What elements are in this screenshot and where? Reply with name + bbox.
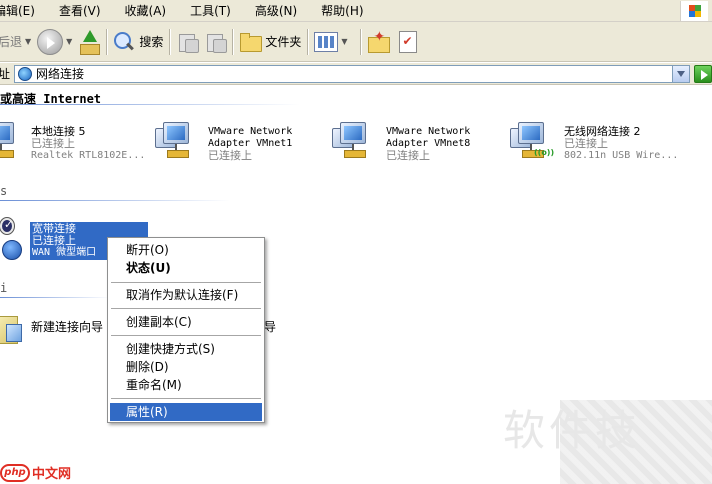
checklist-icon (398, 30, 417, 53)
connection-status: 已连接上 (564, 137, 608, 150)
folder-up-icon (78, 29, 101, 55)
folders-button[interactable]: 文件夹 (239, 26, 301, 58)
connection-name: VMware Network (386, 126, 471, 137)
connection-vmnet8[interactable]: VMware Network Adapter VMnet8 已连接上 (332, 118, 492, 166)
group-divider (0, 104, 300, 105)
wizard-partial-label: 导 (264, 320, 277, 334)
copy-to-button[interactable] (204, 26, 228, 58)
menu-separator (111, 335, 261, 336)
favorites-button[interactable] (367, 26, 390, 58)
search-button[interactable]: 搜索 (113, 26, 163, 58)
folder-icon (239, 32, 263, 52)
menu-edit[interactable]: 编辑(E) (0, 2, 47, 19)
menu-item-properties[interactable]: 属性(R) (110, 403, 262, 421)
menu-item-cancel-default[interactable]: 取消作为默认连接(F) (110, 286, 262, 304)
forward-arrow-icon (37, 28, 64, 55)
menu-bar: 编辑(E) 查看(V) 收藏(A) 工具(T) 高级(N) 帮助(H) (0, 0, 712, 22)
address-dropdown-icon[interactable] (672, 65, 690, 82)
menu-separator (111, 308, 261, 309)
menu-tools[interactable]: 工具(T) (178, 2, 243, 19)
watermark-text: 软件技 (503, 406, 642, 455)
toolbar-separator (106, 28, 108, 55)
network-adapter-icon (0, 120, 22, 164)
views-button[interactable]: ▼ (314, 26, 353, 58)
network-adapter-icon (155, 120, 197, 164)
menu-item-rename[interactable]: 重命名(M) (110, 376, 262, 394)
toolbar-separator (169, 28, 171, 55)
address-bar: 址 网络连接 (0, 63, 712, 85)
checklist-button[interactable] (398, 26, 417, 58)
forward-button[interactable]: ▼ (37, 26, 78, 58)
views-icon (314, 31, 339, 52)
windows-logo-icon (680, 1, 708, 21)
back-dropdown-icon[interactable]: ▼ (25, 37, 31, 46)
favorites-folder-icon (367, 29, 390, 53)
folders-label: 文件夹 (265, 35, 302, 49)
menu-item-create-copy[interactable]: 创建副本(C) (110, 313, 262, 331)
site-logo: php 中文网 (0, 463, 71, 482)
menu-item-status[interactable]: 状态(U) (110, 259, 262, 277)
address-value: 网络连接 (36, 67, 85, 81)
logo-text: 中文网 (32, 467, 72, 482)
back-label: 后退 (0, 35, 23, 49)
connection-status: 已连接上 (31, 137, 75, 150)
menu-view[interactable]: 查看(V) (47, 2, 113, 19)
network-adapter-icon (332, 120, 374, 164)
views-dropdown-icon[interactable]: ▼ (341, 37, 347, 46)
group-header-broadband: s (0, 184, 8, 198)
wizard-partial[interactable]: 导 (264, 320, 284, 336)
menu-item-create-shortcut[interactable]: 创建快捷方式(S) (110, 340, 262, 358)
menu-help[interactable]: 帮助(H) (309, 2, 375, 19)
wizard-label: 新建连接向导 (31, 320, 104, 334)
network-connections-icon (18, 66, 33, 81)
move-to-icon (176, 31, 200, 53)
copy-to-icon (204, 31, 228, 53)
search-label: 搜索 (139, 35, 164, 49)
group-header-wizard: i (0, 281, 8, 295)
wireless-adapter-icon: ((o)) (510, 120, 554, 164)
php-logo-badge: php (0, 463, 30, 482)
back-button[interactable]: 后退 ▼ (0, 26, 37, 58)
up-button[interactable] (78, 26, 101, 58)
menu-item-delete[interactable]: 删除(D) (110, 358, 262, 376)
address-input[interactable]: 网络连接 (14, 64, 691, 83)
toolbar-separator (232, 28, 234, 55)
menu-separator (111, 282, 261, 283)
connection-status: 已连接上 (208, 149, 252, 162)
connection-local-5[interactable]: 本地连接 5 已连接上 Realtek RTL8102E... (0, 118, 150, 166)
connection-device: 802.11n USB Wire... (564, 150, 679, 161)
menu-favorites[interactable]: 收藏(A) (113, 2, 179, 19)
connection-vmnet1[interactable]: VMware Network Adapter VMnet1 已连接上 (155, 118, 315, 166)
broadband-connection-icon (0, 218, 30, 262)
group-divider (0, 297, 110, 298)
go-button[interactable] (694, 65, 712, 83)
new-connection-wizard[interactable]: 新建连接向导 (0, 314, 110, 348)
toolbar-separator (359, 28, 361, 55)
connection-device: Realtek RTL8102E... (31, 150, 146, 161)
connection-name: VMware Network (208, 126, 293, 137)
toolbar: 后退 ▼ ▼ 搜索 文件夹 ▼ (0, 22, 712, 62)
connection-status: 已连接上 (386, 149, 430, 162)
search-icon (113, 31, 135, 53)
context-menu: 断开(O) 状态(U) 取消作为默认连接(F) 创建副本(C) 创建快捷方式(S… (107, 237, 265, 423)
address-label: 址 (0, 67, 11, 81)
toolbar-separator (307, 28, 309, 55)
wizard-icon (0, 314, 22, 344)
menu-separator (111, 398, 261, 399)
menu-item-disconnect[interactable]: 断开(O) (110, 241, 262, 259)
group-divider (0, 200, 230, 201)
connection-wireless-2[interactable]: ((o)) 无线网络连接 2 已连接上 802.11n USB Wire... (510, 118, 700, 166)
forward-dropdown-icon[interactable]: ▼ (66, 37, 72, 46)
move-to-button[interactable] (176, 26, 200, 58)
menu-advanced[interactable]: 高级(N) (243, 2, 309, 19)
